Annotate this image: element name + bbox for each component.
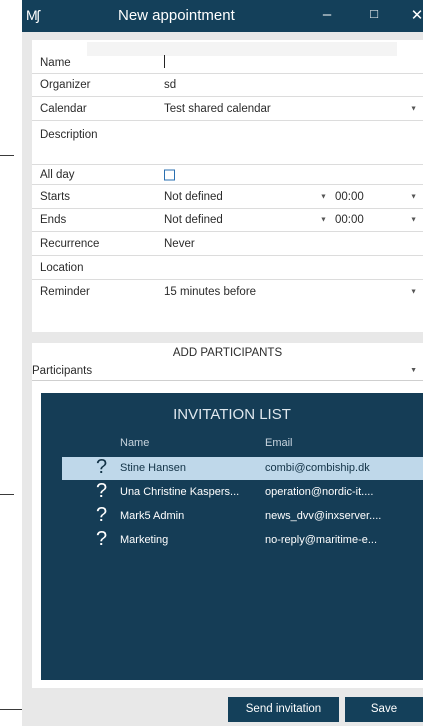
maximize-icon[interactable]: □ bbox=[365, 6, 383, 21]
name-row: Name bbox=[32, 53, 423, 74]
description-row[interactable]: Description bbox=[32, 121, 423, 165]
unknown-status-icon: ? bbox=[96, 528, 108, 550]
all-day-row: All day bbox=[32, 165, 423, 185]
starts-date-select[interactable]: Not defined bbox=[164, 191, 223, 203]
chevron-down-icon[interactable]: ▼ bbox=[410, 193, 417, 200]
chevron-down-icon[interactable]: ▼ bbox=[320, 217, 327, 224]
app-logo-icon: Mʃ bbox=[26, 7, 40, 23]
connector-line bbox=[0, 494, 14, 495]
title-bar[interactable]: Mʃ New appointment – □ ✕ bbox=[22, 0, 423, 32]
reminder-label: Reminder bbox=[40, 286, 90, 298]
invitation-list: INVITATION LIST Name Email ? Stine Hanse… bbox=[41, 393, 423, 680]
email-column-header: Email bbox=[265, 437, 293, 449]
chevron-down-icon[interactable]: ▼ bbox=[410, 105, 417, 112]
minimize-icon[interactable]: – bbox=[318, 6, 336, 23]
participant-email: operation@nordic-it.... bbox=[265, 486, 374, 498]
participant-name: Mark5 Admin bbox=[120, 510, 185, 522]
location-label: Location bbox=[40, 261, 84, 274]
organizer-row: Organizer sd bbox=[32, 74, 423, 97]
participant-name: Marketing bbox=[120, 534, 169, 546]
participant-name: Stine Hansen bbox=[120, 462, 187, 474]
add-participants-heading: ADD PARTICIPANTS bbox=[172, 347, 283, 359]
participant-email: news_dvv@inxserver.... bbox=[265, 510, 382, 522]
all-day-checkbox[interactable] bbox=[164, 169, 175, 180]
organizer-label: Organizer bbox=[40, 79, 91, 91]
chevron-down-icon[interactable]: ▼ bbox=[410, 217, 417, 224]
recurrence-row[interactable]: Recurrence Never bbox=[32, 232, 423, 256]
invitation-row[interactable]: ? Stine Hansen combi@combiship.dk bbox=[62, 456, 423, 480]
ends-date-select[interactable]: Not defined bbox=[164, 214, 223, 226]
starts-label: Starts bbox=[40, 190, 71, 203]
chevron-down-icon[interactable]: ▼ bbox=[320, 193, 327, 200]
participant-email: no-reply@maritime-e... bbox=[265, 534, 378, 546]
invitation-list-title: INVITATION LIST bbox=[173, 406, 291, 423]
unknown-status-icon: ? bbox=[96, 480, 108, 502]
ends-time-select[interactable]: 00:00 bbox=[335, 214, 364, 226]
send-invitation-button[interactable]: Send invitation bbox=[228, 697, 339, 722]
invitation-row[interactable]: ? Mark5 Admin news_dvv@inxserver.... bbox=[62, 504, 423, 528]
starts-row: Starts Not defined ▼ 00:00 ▼ bbox=[32, 185, 423, 209]
close-icon[interactable]: ✕ bbox=[408, 6, 423, 24]
name-label: Name bbox=[40, 57, 71, 69]
location-row[interactable]: Location bbox=[32, 256, 423, 280]
name-column-header: Name bbox=[120, 437, 150, 449]
calendar-label: Calendar bbox=[40, 102, 87, 115]
calendar-select[interactable]: Test shared calendar bbox=[164, 103, 271, 115]
participant-name: Una Christine Kaspers... bbox=[120, 486, 240, 498]
text-caret bbox=[164, 55, 165, 68]
description-label: Description bbox=[40, 129, 98, 141]
invitation-row[interactable]: ? Una Christine Kaspers... operation@nor… bbox=[62, 480, 423, 504]
recurrence-label: Recurrence bbox=[40, 237, 100, 250]
unknown-status-icon: ? bbox=[96, 456, 108, 478]
participant-email: combi@combiship.dk bbox=[265, 462, 370, 474]
participants-label: Participants bbox=[32, 365, 93, 377]
save-button[interactable]: Save bbox=[345, 697, 423, 722]
chevron-down-icon[interactable]: ▼ bbox=[410, 289, 417, 296]
recurrence-select[interactable]: Never bbox=[164, 238, 195, 250]
unknown-status-icon: ? bbox=[96, 504, 108, 526]
reminder-select[interactable]: 15 minutes before bbox=[164, 286, 256, 298]
participants-panel: ADD PARTICIPANTS Participants ▼ INVITATI… bbox=[32, 343, 423, 688]
calendar-row[interactable]: Calendar Test shared calendar ▼ bbox=[32, 97, 423, 121]
starts-time-select[interactable]: 00:00 bbox=[335, 191, 364, 203]
invitation-row[interactable]: ? Marketing no-reply@maritime-e... bbox=[62, 528, 423, 552]
name-input[interactable] bbox=[164, 55, 165, 71]
appointment-window: Mʃ New appointment – □ ✕ Name Organizer … bbox=[22, 0, 423, 726]
ends-row: Ends Not defined ▼ 00:00 ▼ bbox=[32, 209, 423, 232]
ends-label: Ends bbox=[40, 214, 67, 226]
window-title: New appointment bbox=[118, 7, 235, 24]
participants-select[interactable]: Participants ▼ bbox=[32, 363, 423, 381]
chevron-down-icon[interactable]: ▼ bbox=[410, 367, 417, 374]
left-margin bbox=[0, 0, 22, 726]
connector-line bbox=[0, 155, 14, 156]
organizer-value: sd bbox=[164, 79, 177, 91]
reminder-row[interactable]: Reminder 15 minutes before ▼ bbox=[32, 280, 423, 304]
appointment-form: Name Organizer sd Calendar Test shared c… bbox=[32, 40, 423, 332]
all-day-label: All day bbox=[40, 168, 75, 181]
